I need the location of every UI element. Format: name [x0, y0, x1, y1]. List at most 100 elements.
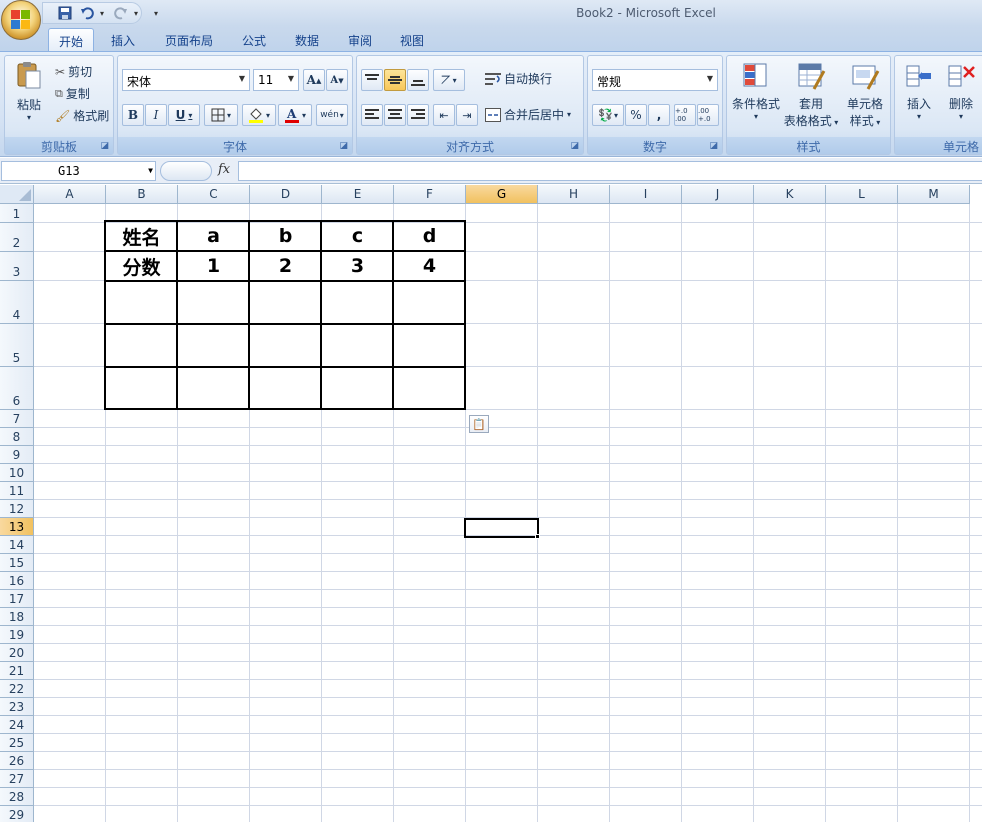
increase-decimal-button[interactable]: +.0 .00 [674, 104, 696, 126]
row-header-15[interactable]: 15 [0, 554, 34, 572]
row-header-2[interactable]: 2 [0, 223, 34, 252]
cell-F2[interactable]: d [394, 221, 465, 251]
row-header-6[interactable]: 6 [0, 367, 34, 410]
underline-button[interactable]: U ▾ [168, 104, 200, 126]
row-header-26[interactable]: 26 [0, 752, 34, 770]
row-header-16[interactable]: 16 [0, 572, 34, 590]
cell-C3[interactable]: 1 [178, 251, 249, 281]
phonetic-button[interactable]: wén ▾ [316, 104, 348, 126]
column-header-C[interactable]: C [178, 185, 250, 204]
row-header-29[interactable]: 29 [0, 806, 34, 822]
formula-cancel-enter-pill[interactable] [160, 161, 212, 181]
paste-options-button[interactable]: 📋 [469, 415, 489, 433]
column-header-L[interactable]: L [826, 185, 898, 204]
merge-center-button[interactable]: 合并后居中 ▾ [485, 106, 571, 123]
fill-color-button[interactable]: ▾ [242, 104, 276, 126]
formula-input[interactable] [238, 161, 982, 181]
clipboard-launcher-icon[interactable]: ◪ [100, 141, 109, 151]
row-header-25[interactable]: 25 [0, 734, 34, 752]
row-header-7[interactable]: 7 [0, 410, 34, 428]
percent-button[interactable]: % [625, 104, 647, 126]
cell-E2[interactable]: c [322, 221, 393, 251]
row-header-8[interactable]: 8 [0, 428, 34, 446]
italic-button[interactable]: I [145, 104, 167, 126]
comma-button[interactable]: , [648, 104, 670, 126]
tab-insert[interactable]: 插入 [101, 28, 145, 52]
font-launcher-icon[interactable]: ◪ [339, 141, 348, 151]
insert-cells-button[interactable]: 插入 ▾ [899, 61, 939, 121]
row-header-11[interactable]: 11 [0, 482, 34, 500]
office-button[interactable] [1, 0, 41, 40]
tab-data[interactable]: 数据 [285, 28, 329, 52]
row-header-3[interactable]: 3 [0, 252, 34, 281]
alignment-launcher-icon[interactable]: ◪ [570, 141, 579, 151]
row-header-9[interactable]: 9 [0, 446, 34, 464]
row-header-23[interactable]: 23 [0, 698, 34, 716]
column-header-F[interactable]: F [394, 185, 466, 204]
row-header-27[interactable]: 27 [0, 770, 34, 788]
increase-indent-button[interactable]: ⇥ [456, 104, 478, 126]
column-header-D[interactable]: D [250, 185, 322, 204]
row-header-14[interactable]: 14 [0, 536, 34, 554]
font-size-combo[interactable]: 11 ▼ [253, 69, 299, 91]
paste-button[interactable]: 粘贴 ▾ [11, 60, 47, 122]
align-center-button[interactable] [384, 104, 406, 126]
row-header-1[interactable]: 1 [0, 204, 34, 223]
bold-button[interactable]: B [122, 104, 144, 126]
delete-cells-button[interactable]: 删除 ▾ [941, 61, 981, 121]
tab-formulas[interactable]: 公式 [232, 28, 276, 52]
grow-font-button[interactable]: A ▲ [303, 69, 325, 91]
font-color-button[interactable]: A ▾ [278, 104, 312, 126]
column-header-E[interactable]: E [322, 185, 394, 204]
format-painter-button[interactable]: 🖌 格式刷 [55, 107, 109, 124]
row-header-13[interactable]: 13 [0, 518, 34, 536]
row-header-21[interactable]: 21 [0, 662, 34, 680]
format-as-table-button[interactable]: 套用 表格格式 ▾ [783, 61, 839, 129]
borders-button[interactable]: ▾ [204, 104, 238, 126]
insert-function-icon[interactable]: fx [218, 162, 230, 177]
number-format-combo[interactable]: 常规 ▼ [592, 69, 718, 91]
column-header-J[interactable]: J [682, 185, 754, 204]
cell-D3[interactable]: 2 [250, 251, 321, 281]
align-left-button[interactable] [361, 104, 383, 126]
tab-home[interactable]: 开始 [48, 28, 95, 52]
column-header-A[interactable]: A [34, 185, 106, 204]
align-top-button[interactable] [361, 69, 383, 91]
accounting-format-button[interactable]: 💱 ▾ [592, 104, 624, 126]
cell-B2[interactable]: 姓名 [106, 221, 177, 251]
row-header-10[interactable]: 10 [0, 464, 34, 482]
select-all-button[interactable] [0, 185, 34, 204]
font-name-combo[interactable]: 宋体 ▼ [122, 69, 250, 91]
cell-E3[interactable]: 3 [322, 251, 393, 281]
column-header-H[interactable]: H [538, 185, 610, 204]
cell-C2[interactable]: a [178, 221, 249, 251]
row-header-4[interactable]: 4 [0, 281, 34, 324]
worksheet-grid[interactable]: ABCDEFGHIJKLM 1 2 3 4 5 6 7 8 9 10 11 12 13 14 15 16 17 1… [0, 185, 982, 822]
cell-styles-button[interactable]: 单元格 样式 ▾ [841, 61, 889, 129]
conditional-format-button[interactable]: 条件格式 ▾ [731, 61, 781, 121]
wrap-text-button[interactable]: 自动换行 [485, 70, 552, 87]
fill-handle[interactable] [535, 534, 540, 539]
cell-B3[interactable]: 分数 [106, 251, 177, 281]
column-header-I[interactable]: I [610, 185, 682, 204]
cell-D2[interactable]: b [250, 221, 321, 251]
shrink-font-button[interactable]: A ▼ [326, 69, 348, 91]
row-header-12[interactable]: 12 [0, 500, 34, 518]
active-cell-selection[interactable] [464, 518, 539, 538]
column-header-K[interactable]: K [754, 185, 826, 204]
decrease-indent-button[interactable]: ⇤ [433, 104, 455, 126]
column-header-B[interactable]: B [106, 185, 178, 204]
row-header-18[interactable]: 18 [0, 608, 34, 626]
column-header-M[interactable]: M [898, 185, 970, 204]
row-header-5[interactable]: 5 [0, 324, 34, 367]
orientation-button[interactable]: ⦢ ▾ [433, 69, 465, 91]
align-right-button[interactable] [407, 104, 429, 126]
number-launcher-icon[interactable]: ◪ [709, 141, 718, 151]
align-bottom-button[interactable] [407, 69, 429, 91]
row-header-20[interactable]: 20 [0, 644, 34, 662]
decrease-decimal-button[interactable]: .00 +.0 [697, 104, 719, 126]
column-header-G[interactable]: G [466, 185, 538, 204]
cut-button[interactable]: ✂ 剪切 [55, 63, 92, 80]
cell-F3[interactable]: 4 [394, 251, 465, 281]
row-header-22[interactable]: 22 [0, 680, 34, 698]
